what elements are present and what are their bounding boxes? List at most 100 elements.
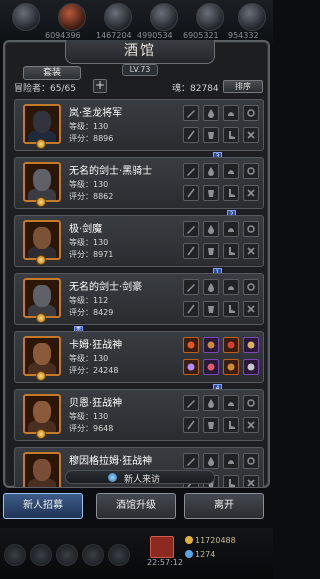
hero-name: 岚·圣龙将军 (69, 108, 123, 119)
recruit-button[interactable]: 新人招募 (3, 493, 83, 519)
flame-item-icon[interactable] (183, 337, 199, 353)
sword-slot-icon[interactable] (183, 221, 199, 237)
x-slot-icon[interactable] (243, 475, 259, 487)
helmet-slot-icon[interactable] (223, 105, 239, 121)
sword-slot-icon[interactable] (183, 163, 199, 179)
drop-slot-icon[interactable] (203, 279, 219, 295)
drop-slot-icon[interactable] (203, 105, 219, 121)
armor-slot-icon[interactable] (203, 417, 219, 433)
claw-item-icon[interactable] (223, 359, 239, 375)
ring-slot-icon[interactable] (243, 221, 259, 237)
ring-slot-icon[interactable] (243, 453, 259, 469)
blade-item-icon[interactable] (243, 359, 259, 375)
hero-portrait[interactable] (23, 162, 61, 202)
x-slot-icon[interactable] (243, 185, 259, 201)
hero-card[interactable]: 极·剑魔 等级：130 评分：8971 (14, 215, 264, 267)
hero-card[interactable]: 无名的剑士·剑豪 等级：112 评分：8429 (14, 273, 264, 325)
leave-button[interactable]: 离开 (184, 493, 264, 519)
boots-slot-icon[interactable] (223, 127, 239, 143)
staff-slot-icon[interactable] (183, 127, 199, 143)
skill-orb-icon[interactable] (82, 544, 104, 566)
orb-item-icon[interactable] (203, 337, 219, 353)
hero-card[interactable]: 卡姆·狂战神 等级：130 评分：24248 (14, 331, 264, 383)
hero-list[interactable]: 岚·圣龙将军 等级：130 评分：8896 3 无名的剑士·黑骑士 等级：130… (14, 99, 264, 487)
sword-slot-icon[interactable] (183, 105, 199, 121)
staff-slot-icon[interactable] (183, 301, 199, 317)
armor-slot-icon[interactable] (203, 301, 219, 317)
sort-button[interactable]: 排序 (223, 80, 263, 93)
hero-portrait[interactable] (23, 394, 61, 434)
ring-slot-icon[interactable] (243, 395, 259, 411)
sword-slot-icon[interactable] (183, 453, 199, 469)
ring-slot-icon[interactable] (243, 279, 259, 295)
upgrade-tavern-button[interactable]: 酒馆升级 (96, 493, 176, 519)
hero-score: 评分：24248 (69, 366, 119, 375)
soul-count: 魂：82784 (172, 84, 219, 94)
drop-slot-icon[interactable] (203, 221, 219, 237)
moon-orb-icon[interactable] (238, 3, 266, 31)
equipment-slots (183, 395, 261, 437)
helmet-slot-icon[interactable] (223, 163, 239, 179)
x-slot-icon[interactable] (243, 301, 259, 317)
hero-card[interactable]: 岚·圣龙将军 等级：130 评分：8896 (14, 99, 264, 151)
menu-orb-icon[interactable] (12, 3, 40, 31)
hud-number: 6905321 (183, 31, 219, 40)
new-visitor-bar[interactable]: 新人来访 (65, 470, 215, 485)
ring-slot-icon[interactable] (243, 163, 259, 179)
hero-portrait[interactable] (23, 104, 61, 144)
x-slot-icon[interactable] (243, 243, 259, 259)
rank-medal-icon (36, 139, 46, 149)
armor-slot-icon[interactable] (203, 127, 219, 143)
boots-slot-icon[interactable] (223, 301, 239, 317)
hero-portrait[interactable] (23, 452, 61, 487)
helmet-slot-icon[interactable] (223, 221, 239, 237)
wing-item-icon[interactable] (223, 337, 239, 353)
staff-slot-icon[interactable] (183, 185, 199, 201)
armor-slot-icon[interactable] (203, 243, 219, 259)
staff-item-icon[interactable] (183, 359, 199, 375)
skull-orb-icon[interactable] (196, 3, 224, 31)
boots-slot-icon[interactable] (223, 185, 239, 201)
boots-slot-icon[interactable] (223, 475, 239, 487)
armor-slot-icon[interactable] (203, 185, 219, 201)
fire-orb-icon[interactable] (58, 3, 86, 31)
helmet-slot-icon[interactable] (223, 279, 239, 295)
spiral-orb-icon[interactable] (150, 3, 178, 31)
gift-box-icon[interactable] (150, 536, 174, 558)
x-slot-icon[interactable] (243, 127, 259, 143)
hero-name: 无名的剑士·剑豪 (69, 282, 143, 293)
rank-medal-icon (36, 197, 46, 207)
portrait-face (33, 227, 51, 249)
hud-number: 6094396 (45, 31, 81, 40)
rank-medal-icon (36, 429, 46, 439)
ring-slot-icon[interactable] (243, 105, 259, 121)
staff-slot-icon[interactable] (183, 243, 199, 259)
skill-orb-icon[interactable] (56, 544, 78, 566)
hero-card[interactable]: 贝恩·狂战神 等级：130 评分：9648 (14, 389, 264, 441)
hero-portrait[interactable] (23, 336, 61, 376)
drop-slot-icon[interactable] (203, 395, 219, 411)
visitor-icon (108, 473, 117, 482)
horn-item-icon[interactable] (243, 337, 259, 353)
skill-orb-icon[interactable] (4, 544, 26, 566)
wolf-orb-icon[interactable] (104, 3, 132, 31)
helmet-slot-icon[interactable] (223, 453, 239, 469)
drop-slot-icon[interactable] (203, 163, 219, 179)
sword-slot-icon[interactable] (183, 395, 199, 411)
drop-slot-icon[interactable] (203, 453, 219, 469)
boots-slot-icon[interactable] (223, 243, 239, 259)
skill-orb-icon[interactable] (108, 544, 130, 566)
tab-set[interactable]: 套装 (23, 66, 81, 80)
staff-slot-icon[interactable] (183, 417, 199, 433)
x-slot-icon[interactable] (243, 417, 259, 433)
hero-portrait[interactable] (23, 278, 61, 318)
boots-slot-icon[interactable] (223, 417, 239, 433)
gem-item-icon[interactable] (203, 359, 219, 375)
hero-level: 等级：130 (69, 180, 109, 189)
skill-orb-icon[interactable] (30, 544, 52, 566)
hero-card[interactable]: 无名的剑士·黑骑士 等级：130 评分：8862 (14, 157, 264, 209)
helmet-slot-icon[interactable] (223, 395, 239, 411)
hero-portrait[interactable] (23, 220, 61, 260)
sword-slot-icon[interactable] (183, 279, 199, 295)
portrait-face (33, 459, 51, 481)
